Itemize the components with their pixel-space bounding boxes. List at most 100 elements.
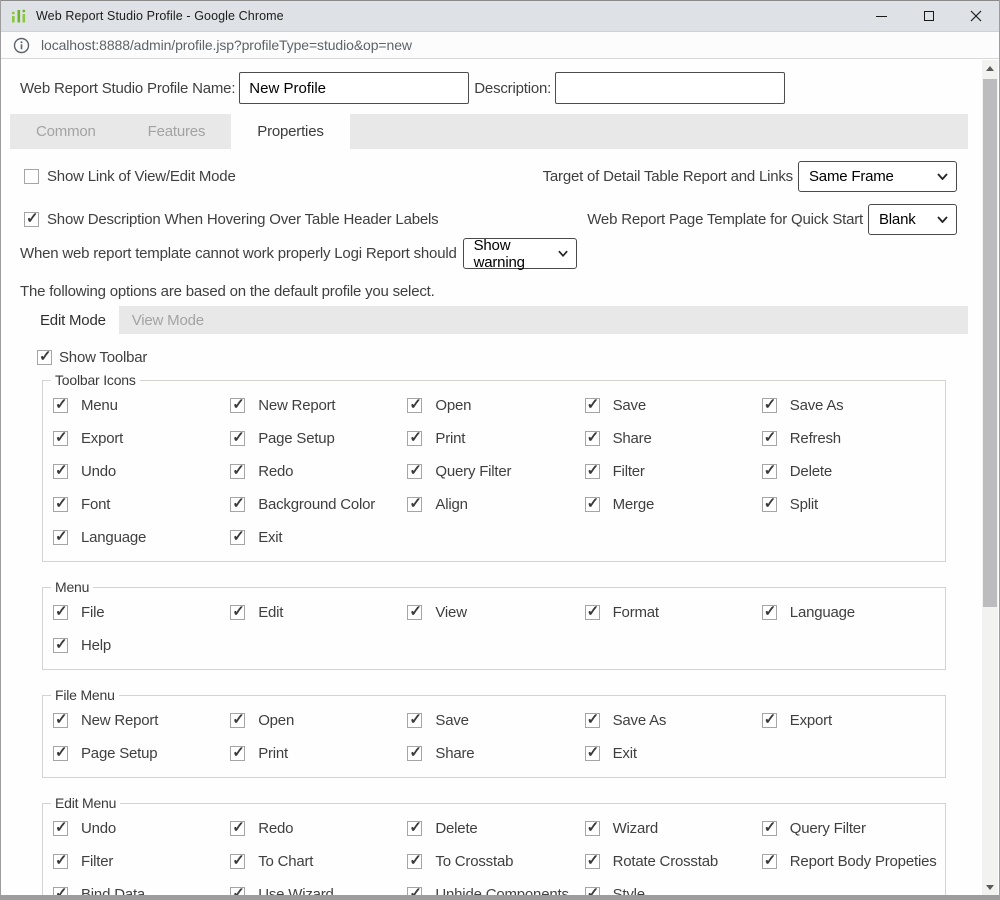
checkbox[interactable]	[53, 605, 68, 620]
tab-common[interactable]: Common	[10, 114, 122, 149]
checkbox-item-print[interactable]: Print	[405, 422, 582, 455]
checkbox-item-share[interactable]: Share	[405, 737, 582, 770]
profile-name-input[interactable]	[239, 72, 469, 104]
checkbox[interactable]	[762, 431, 777, 446]
tab-edit-mode[interactable]: Edit Mode	[27, 306, 119, 334]
checkbox[interactable]	[407, 431, 422, 446]
maximize-button[interactable]	[905, 1, 952, 31]
checkbox[interactable]	[53, 431, 68, 446]
checkbox[interactable]	[24, 169, 39, 184]
checkbox[interactable]	[230, 821, 245, 836]
checkbox-item-save-as[interactable]: Save As	[583, 704, 760, 737]
checkbox-item-to-crosstab[interactable]: To Crosstab	[405, 845, 582, 878]
checkbox[interactable]	[407, 713, 422, 728]
checkbox[interactable]	[762, 398, 777, 413]
tab-properties[interactable]: Properties	[231, 114, 349, 149]
url-text[interactable]: localhost:8888/admin/profile.jsp?profile…	[41, 37, 412, 53]
checkbox[interactable]	[585, 431, 600, 446]
checkbox-item-delete[interactable]: Delete	[760, 455, 937, 488]
checkbox[interactable]	[585, 746, 600, 761]
minimize-button[interactable]	[858, 1, 905, 31]
checkbox-item-wizard[interactable]: Wizard	[583, 812, 760, 845]
checkbox[interactable]	[762, 464, 777, 479]
checkbox[interactable]	[230, 464, 245, 479]
checkbox[interactable]	[53, 464, 68, 479]
checkbox-item-filter[interactable]: Filter	[51, 845, 228, 878]
checkbox-item-open[interactable]: Open	[405, 389, 582, 422]
checkbox-item-share[interactable]: Share	[583, 422, 760, 455]
scroll-down-button[interactable]	[982, 879, 998, 895]
checkbox-item-delete[interactable]: Delete	[405, 812, 582, 845]
checkbox[interactable]	[585, 821, 600, 836]
description-input[interactable]	[555, 72, 785, 104]
checkbox[interactable]	[53, 530, 68, 545]
checkbox-item-undo[interactable]: Undo	[51, 455, 228, 488]
checkbox[interactable]	[585, 854, 600, 869]
checkbox-item-align[interactable]: Align	[405, 488, 582, 521]
checkbox-item-bind-data[interactable]: Bind Data	[51, 878, 228, 895]
checkbox-item-print[interactable]: Print	[228, 737, 405, 770]
checkbox-item-file[interactable]: File	[51, 596, 228, 629]
checkbox[interactable]	[585, 497, 600, 512]
checkbox-item-language[interactable]: Language	[51, 521, 228, 554]
checkbox-item-rotate-crosstab[interactable]: Rotate Crosstab	[583, 845, 760, 878]
checkbox[interactable]	[230, 605, 245, 620]
checkbox-item-export[interactable]: Export	[51, 422, 228, 455]
show-link-checkbox-item[interactable]: Show Link of View/Edit Mode	[24, 168, 236, 185]
checkbox[interactable]	[407, 398, 422, 413]
checkbox[interactable]	[24, 212, 39, 227]
target-select[interactable]: Same Frame	[798, 161, 957, 192]
checkbox-item-language[interactable]: Language	[760, 596, 937, 629]
checkbox[interactable]	[407, 854, 422, 869]
checkbox-item-redo[interactable]: Redo	[228, 455, 405, 488]
checkbox-item-unhide-components[interactable]: Unhide Components	[405, 878, 582, 895]
checkbox[interactable]	[407, 821, 422, 836]
show-toolbar-checkbox-item[interactable]: Show Toolbar	[37, 349, 982, 366]
tab-features[interactable]: Features	[122, 114, 232, 149]
scrollbar-thumb[interactable]	[983, 79, 997, 607]
checkbox[interactable]	[762, 713, 777, 728]
checkbox-item-menu[interactable]: Menu	[51, 389, 228, 422]
checkbox-item-exit[interactable]: Exit	[583, 737, 760, 770]
checkbox-item-filter[interactable]: Filter	[583, 455, 760, 488]
checkbox[interactable]	[585, 605, 600, 620]
checkbox[interactable]	[53, 497, 68, 512]
show-description-checkbox-item[interactable]: Show Description When Hovering Over Tabl…	[24, 211, 438, 228]
checkbox[interactable]	[53, 638, 68, 653]
checkbox[interactable]	[407, 887, 422, 895]
checkbox[interactable]	[407, 464, 422, 479]
checkbox-item-save[interactable]: Save	[583, 389, 760, 422]
checkbox[interactable]	[230, 746, 245, 761]
tab-view-mode[interactable]: View Mode	[119, 306, 217, 334]
checkbox-item-save-as[interactable]: Save As	[760, 389, 937, 422]
checkbox-item-refresh[interactable]: Refresh	[760, 422, 937, 455]
template-select[interactable]: Blank	[868, 204, 957, 235]
address-bar[interactable]: localhost:8888/admin/profile.jsp?profile…	[1, 32, 999, 59]
checkbox-item-split[interactable]: Split	[760, 488, 937, 521]
checkbox-item-save[interactable]: Save	[405, 704, 582, 737]
checkbox[interactable]	[53, 713, 68, 728]
checkbox-item-style[interactable]: Style	[583, 878, 760, 895]
checkbox[interactable]	[230, 530, 245, 545]
checkbox[interactable]	[762, 854, 777, 869]
checkbox[interactable]	[53, 746, 68, 761]
checkbox[interactable]	[230, 398, 245, 413]
scroll-up-button[interactable]	[982, 60, 998, 76]
warning-select[interactable]: Show warning	[463, 238, 577, 269]
checkbox-item-view[interactable]: View	[405, 596, 582, 629]
checkbox-item-format[interactable]: Format	[583, 596, 760, 629]
checkbox[interactable]	[230, 497, 245, 512]
checkbox[interactable]	[230, 713, 245, 728]
checkbox-item-new-report[interactable]: New Report	[51, 704, 228, 737]
checkbox-item-font[interactable]: Font	[51, 488, 228, 521]
checkbox[interactable]	[53, 398, 68, 413]
checkbox-item-undo[interactable]: Undo	[51, 812, 228, 845]
checkbox[interactable]	[407, 746, 422, 761]
checkbox-item-new-report[interactable]: New Report	[228, 389, 405, 422]
checkbox-item-report-body-propeties[interactable]: Report Body Propeties	[760, 845, 937, 878]
checkbox-item-redo[interactable]: Redo	[228, 812, 405, 845]
checkbox-item-background-color[interactable]: Background Color	[228, 488, 405, 521]
checkbox-item-use-wizard[interactable]: Use Wizard	[228, 878, 405, 895]
checkbox[interactable]	[585, 464, 600, 479]
checkbox-item-help[interactable]: Help	[51, 629, 228, 662]
